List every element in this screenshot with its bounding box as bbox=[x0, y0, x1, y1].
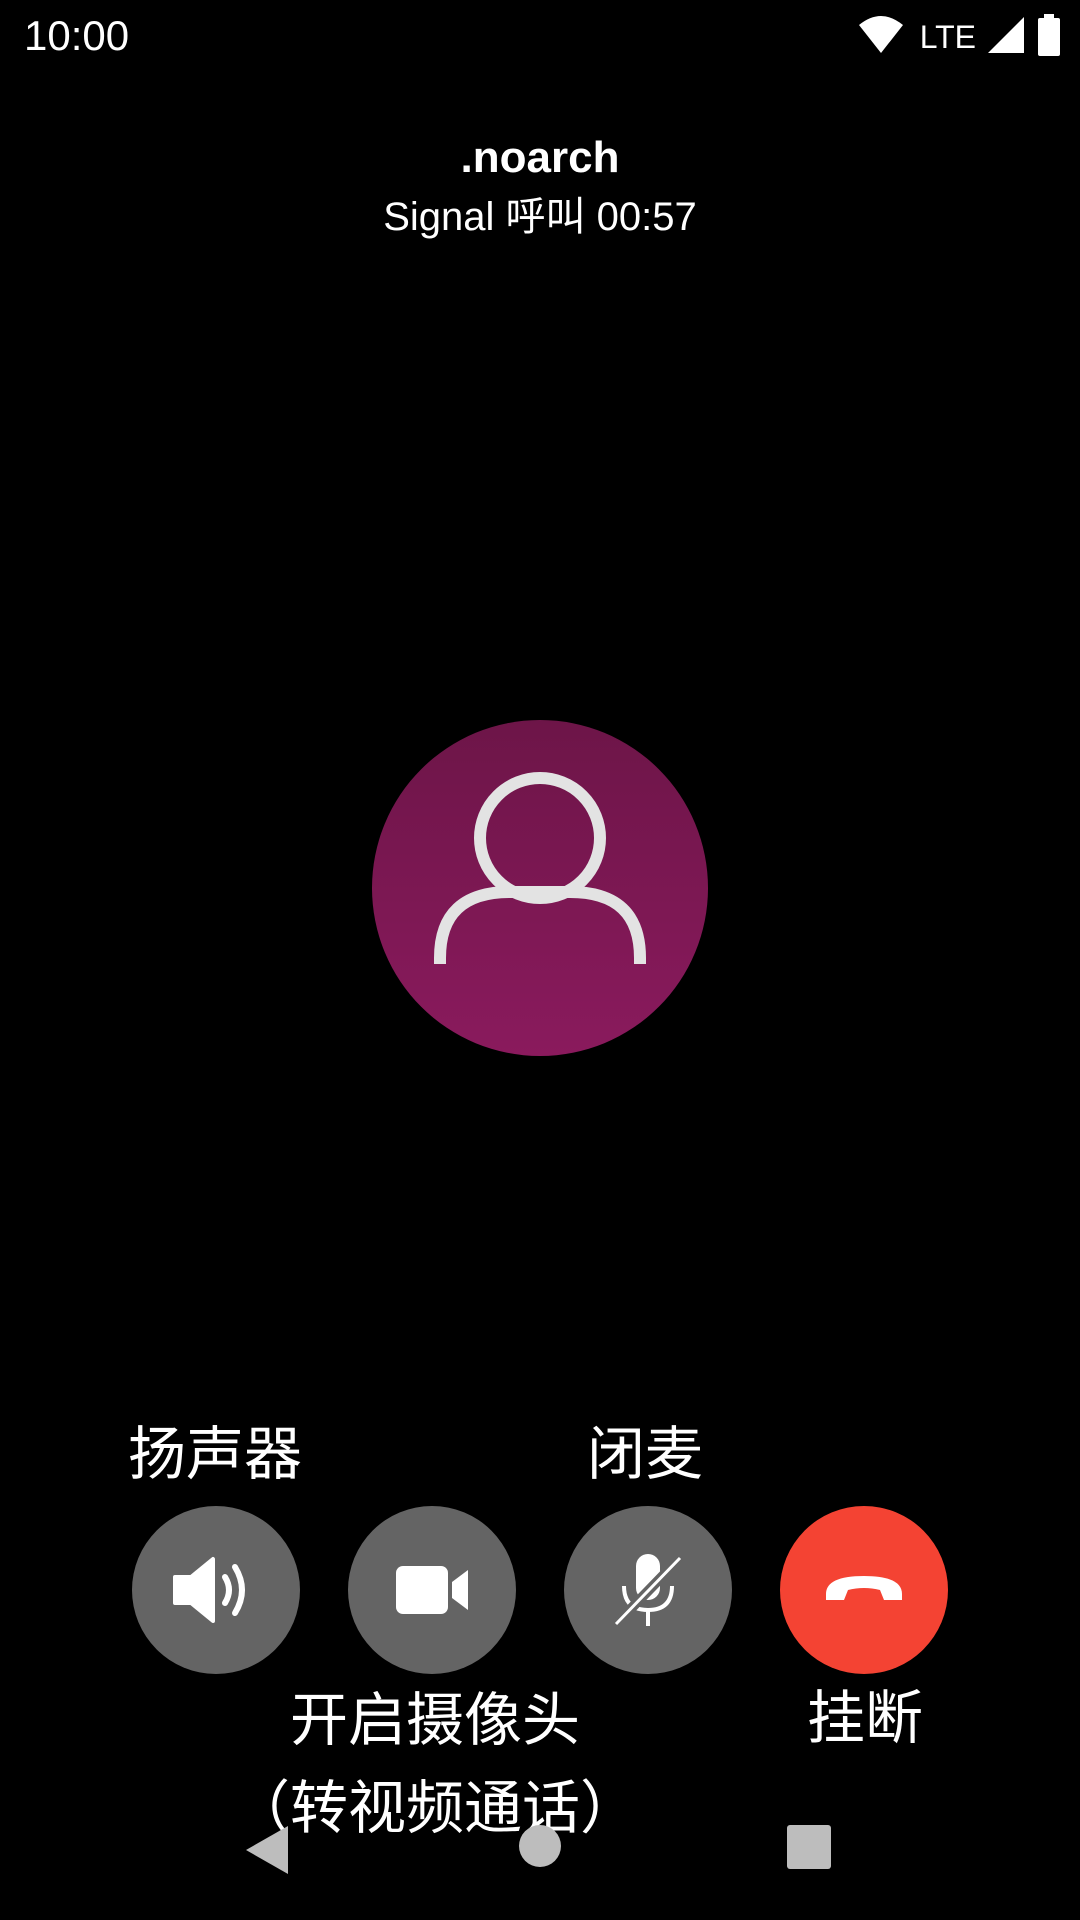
hangup-button[interactable] bbox=[780, 1506, 948, 1674]
status-icons: LTE bbox=[858, 12, 1062, 62]
video-camera-icon bbox=[396, 1566, 468, 1614]
phone-hangup-icon bbox=[826, 1576, 902, 1600]
contact-name: .noarch bbox=[460, 133, 620, 182]
camera-button[interactable] bbox=[348, 1506, 516, 1674]
mute-label: 闭麦 bbox=[586, 1420, 703, 1488]
speaker-button[interactable] bbox=[132, 1506, 300, 1674]
home-icon[interactable] bbox=[518, 1824, 562, 1872]
status-time: 10:00 bbox=[24, 12, 130, 59]
speaker-label: 扬声器 bbox=[127, 1420, 302, 1488]
speaker-icon bbox=[173, 1557, 245, 1623]
cell-signal-icon bbox=[986, 15, 1026, 59]
status-bar: 10:00 LTE bbox=[0, 0, 1080, 72]
recents-icon[interactable] bbox=[786, 1824, 832, 1874]
battery-icon bbox=[1036, 14, 1062, 60]
back-icon[interactable] bbox=[244, 1824, 290, 1880]
hangup-label: 挂断 bbox=[806, 1684, 923, 1752]
network-type-label: LTE bbox=[919, 19, 976, 55]
mic-off-icon bbox=[612, 1554, 684, 1628]
call-status: Signal 呼叫 00:57 bbox=[383, 195, 697, 239]
camera-label-line1: 开启摄像头 bbox=[289, 1686, 580, 1754]
navigation-bar bbox=[0, 1800, 1080, 1896]
avatar bbox=[372, 720, 708, 1056]
mute-button[interactable] bbox=[564, 1506, 732, 1674]
wifi-icon bbox=[858, 15, 904, 59]
person-icon bbox=[434, 772, 646, 964]
